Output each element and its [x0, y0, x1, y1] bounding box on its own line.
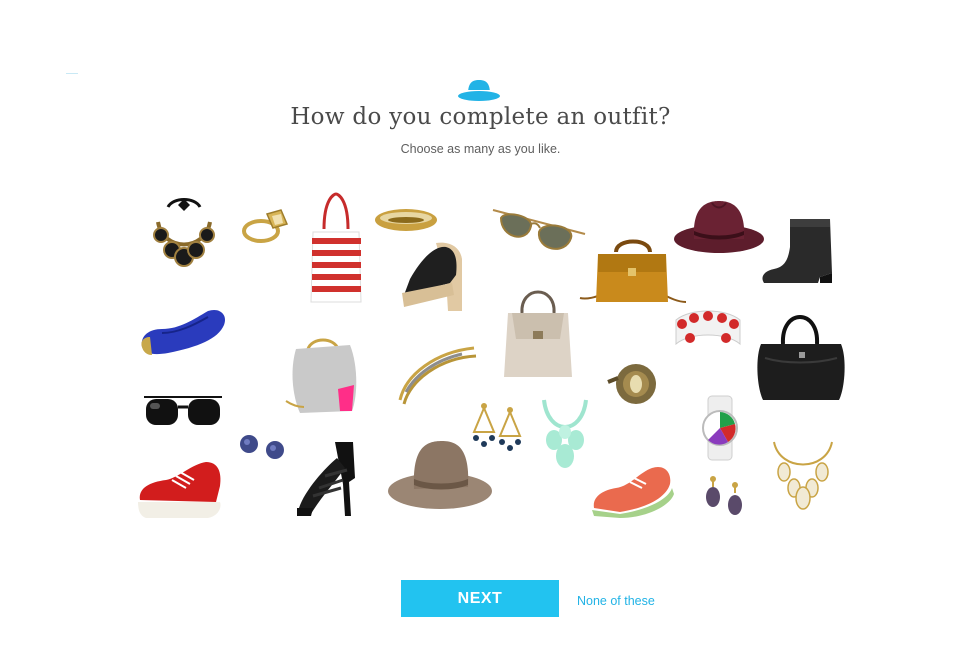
grey-satchel-item[interactable] [502, 283, 574, 379]
gold-chain-necklace-item[interactable] [396, 344, 478, 408]
black-sunglasses-item[interactable] [142, 393, 224, 435]
coral-oxford-item[interactable] [590, 460, 674, 520]
horseshoe-ring-item[interactable] [606, 358, 660, 410]
grey-clutch-item[interactable] [282, 335, 362, 415]
black-leather-bag-item[interactable] [755, 308, 847, 402]
gold-bangle-item[interactable] [373, 206, 439, 234]
gold-ring-item[interactable] [241, 206, 291, 246]
stud-earrings-item[interactable] [238, 432, 288, 462]
accessory-grid [0, 0, 961, 668]
red-stud-bracelet-item[interactable] [670, 304, 746, 356]
striped-tote-bag-item[interactable] [309, 192, 363, 304]
platform-heel-item[interactable] [400, 239, 466, 313]
next-button[interactable]: NEXT [401, 580, 559, 617]
aviator-sunglasses-item[interactable] [491, 204, 587, 256]
black-ankle-boot-item[interactable] [760, 217, 838, 285]
drop-earrings-item[interactable] [703, 475, 745, 519]
none-of-these-link[interactable]: None of these [577, 594, 655, 608]
mint-necklace-item[interactable] [538, 396, 592, 478]
floppy-hat-item[interactable] [386, 437, 494, 513]
red-sneaker-item[interactable] [136, 458, 224, 522]
statement-necklace-item[interactable] [148, 197, 220, 279]
strappy-black-heel-item[interactable] [295, 438, 359, 518]
mustard-crossbody-bag-item[interactable] [578, 236, 688, 308]
white-watch-item[interactable] [700, 395, 740, 461]
blue-loafer-item[interactable] [138, 305, 228, 361]
teardrop-necklace-item[interactable] [770, 438, 836, 512]
